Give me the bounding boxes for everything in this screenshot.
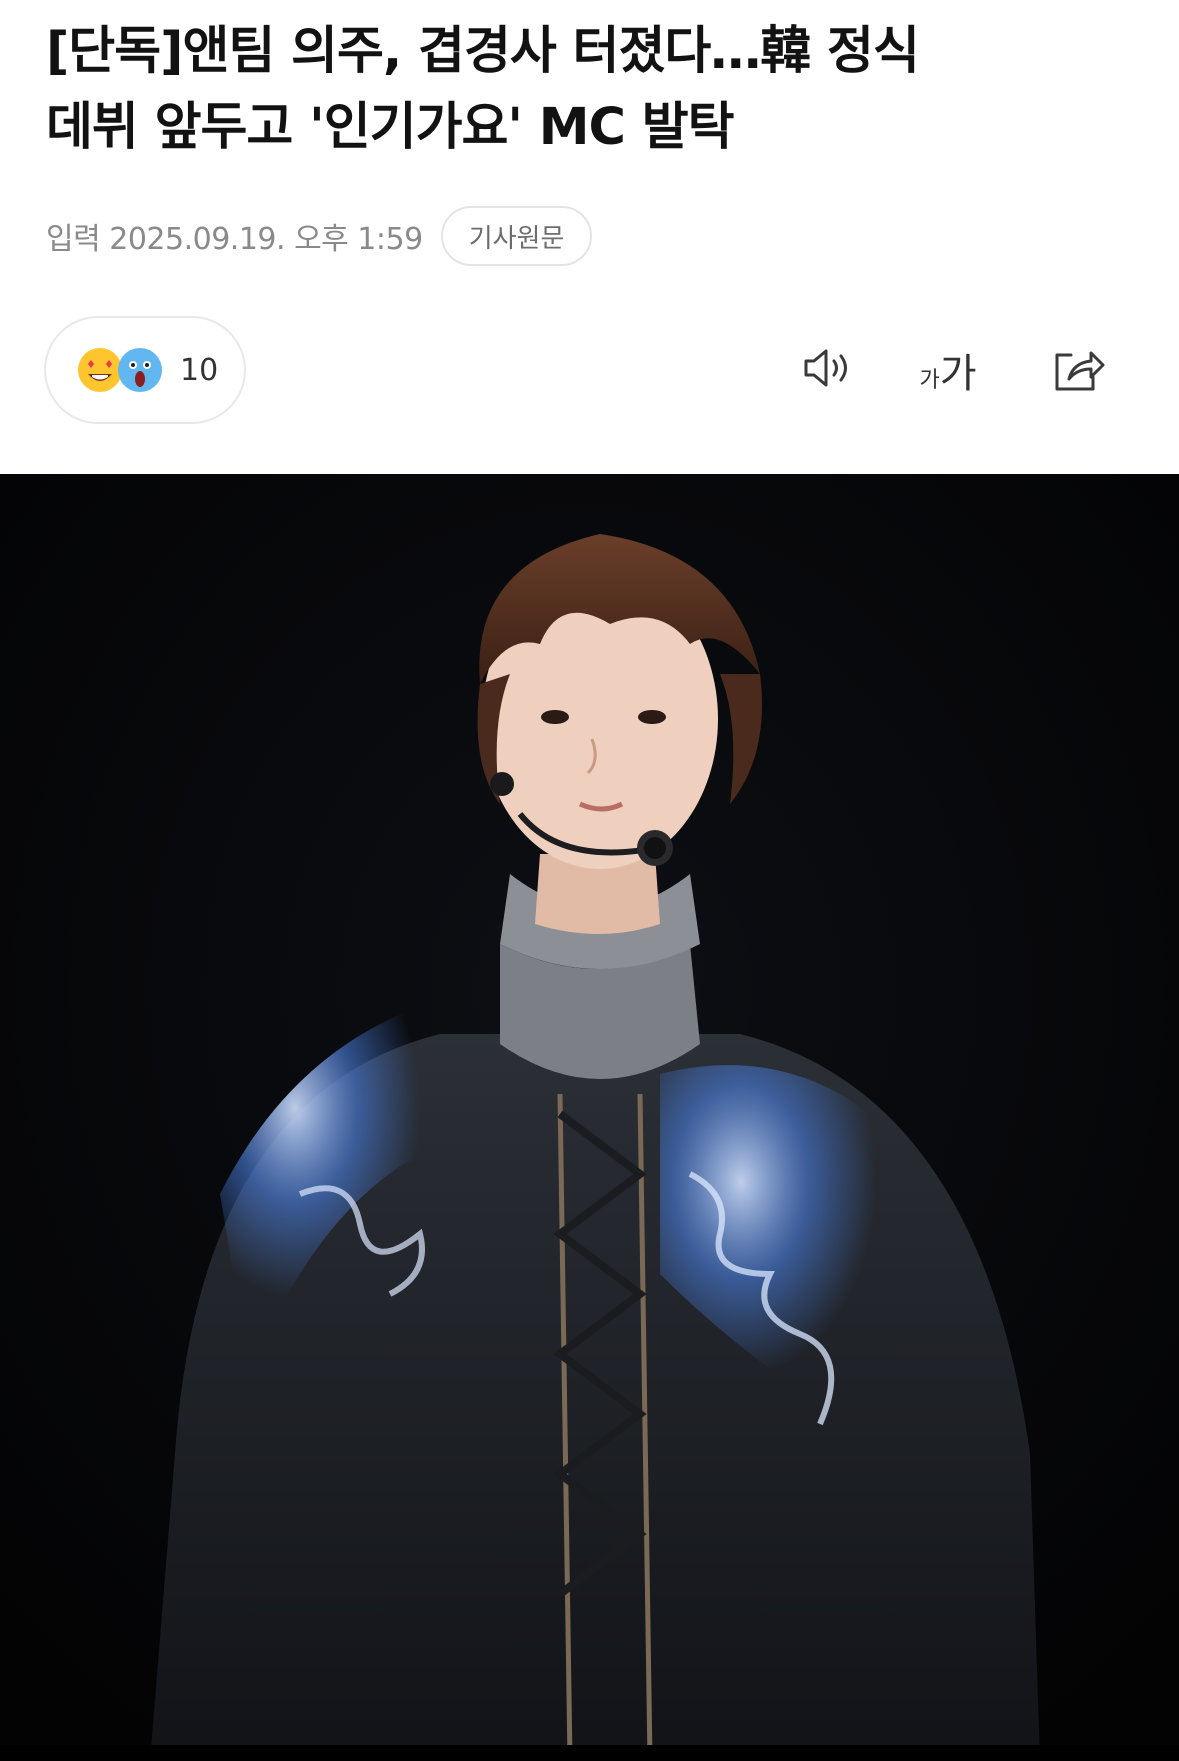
article-meta: 입력 2025.09.19. 오후 1:59 기사원문 bbox=[46, 204, 593, 268]
font-size-large-glyph: 가 bbox=[939, 351, 977, 397]
headline-line-1: [단독]앤팀 의주, 겹경사 터졌다…韓 정식 bbox=[46, 22, 920, 81]
article-headline: [단독]앤팀 의주, 겹경사 터졌다…韓 정식 데뷔 앞두고 '인기가요' MC… bbox=[46, 14, 1156, 166]
original-article-button[interactable]: 기사원문 bbox=[440, 206, 593, 266]
reaction-button[interactable]: 10 bbox=[44, 316, 246, 424]
font-size-button[interactable]: 가가 bbox=[916, 338, 980, 402]
speaker-icon bbox=[798, 343, 858, 397]
photo-bottom-edge bbox=[0, 1745, 1179, 1761]
article-photo bbox=[0, 474, 1179, 1761]
shocked-emoji-icon bbox=[116, 346, 164, 394]
font-size-small-glyph: 가 bbox=[919, 368, 940, 393]
share-button[interactable] bbox=[1046, 338, 1110, 402]
reaction-count: 10 bbox=[180, 352, 219, 388]
headline-line-2: 데뷔 앞두고 '인기가요' MC 발탁 bbox=[46, 98, 735, 157]
published-timestamp: 입력 2025.09.19. 오후 1:59 bbox=[46, 222, 423, 257]
share-icon bbox=[1049, 341, 1107, 399]
text-to-speech-button[interactable] bbox=[796, 338, 860, 402]
font-size-icon: 가가 bbox=[919, 341, 976, 399]
